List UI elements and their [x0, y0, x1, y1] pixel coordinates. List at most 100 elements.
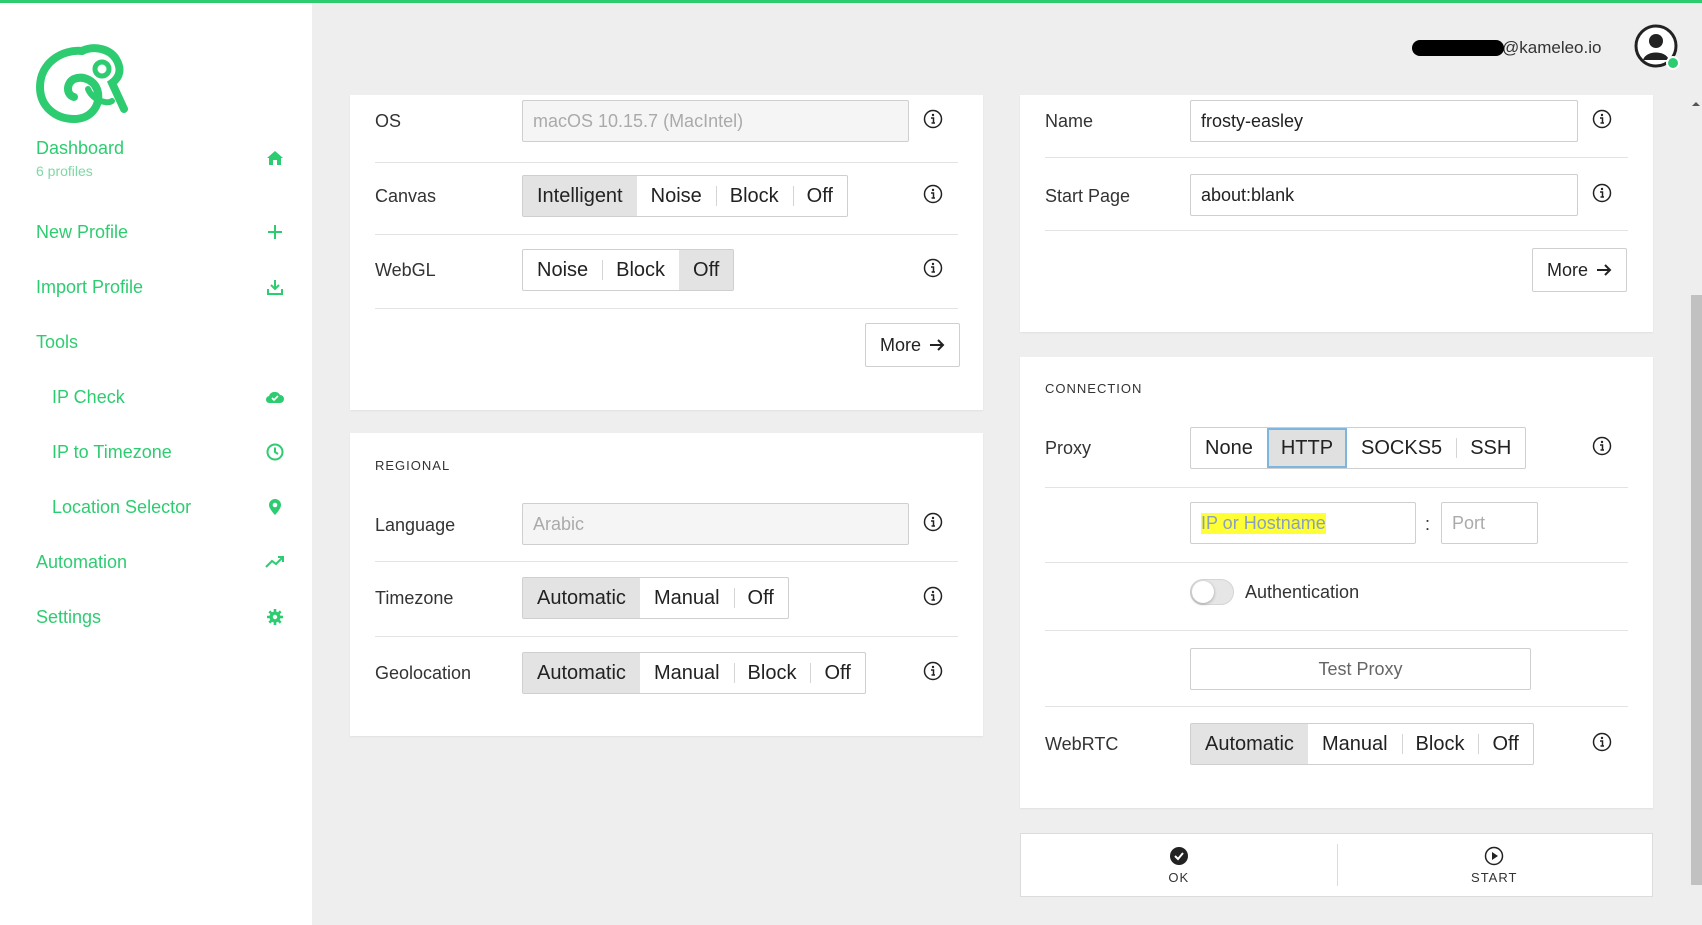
proxy-option-http[interactable]: HTTP [1266, 428, 1348, 468]
info-icon[interactable] [923, 184, 943, 204]
cloud-check-icon [264, 386, 286, 408]
divider [1045, 230, 1628, 231]
proxy-port-input[interactable]: Port [1441, 502, 1538, 544]
proxy-option-socks5[interactable]: SOCKS5 [1347, 428, 1456, 468]
language-field: Arabic [522, 503, 909, 545]
divider [375, 162, 958, 163]
proxy-option-none[interactable]: None [1191, 428, 1267, 468]
info-icon[interactable] [923, 586, 943, 606]
sidebar-item-dashboard[interactable]: Dashboard 6 profiles [36, 133, 286, 183]
canvas-segmented-control: Intelligent Noise Block Off [522, 175, 848, 217]
sidebar-item-label: Settings [36, 606, 102, 627]
info-icon[interactable] [1592, 109, 1612, 129]
info-icon[interactable] [1592, 436, 1612, 456]
start-page-input[interactable]: about:blank [1190, 174, 1578, 216]
timezone-label: Timezone [375, 588, 454, 608]
canvas-option-block[interactable]: Block [715, 176, 793, 216]
geolocation-label: Geolocation [375, 663, 472, 683]
fingerprint-more-button[interactable]: More [865, 323, 961, 367]
sidebar-item-label: IP to Timezone [52, 441, 172, 462]
sidebar-item-tools[interactable]: Tools [36, 322, 286, 362]
start-button[interactable]: START [1336, 834, 1653, 896]
divider [1045, 157, 1628, 158]
divider [375, 308, 958, 309]
sidebar-item-label: New Profile [36, 221, 129, 242]
download-icon [264, 276, 286, 298]
proxy-host-placeholder: IP or Hostname [1201, 512, 1326, 534]
geolocation-option-automatic[interactable]: Automatic [523, 653, 640, 693]
canvas-option-off[interactable]: Off [792, 176, 847, 216]
geolocation-option-manual[interactable]: Manual [640, 653, 734, 693]
webgl-label: WebGL [375, 260, 436, 280]
name-label: Name [1045, 111, 1094, 131]
home-icon [264, 147, 286, 169]
user-avatar-icon[interactable] [1634, 24, 1680, 70]
geolocation-option-off[interactable]: Off [810, 653, 864, 693]
info-icon[interactable] [1592, 732, 1612, 752]
proxy-host-input[interactable]: IP or Hostname [1190, 502, 1416, 544]
arrow-right-icon [930, 339, 945, 351]
webrtc-option-block[interactable]: Block [1401, 724, 1479, 764]
kameleo-logo[interactable] [32, 43, 128, 125]
user-email: @kameleo.io [1502, 38, 1602, 57]
sidebar-item-ip-check[interactable]: IP Check [52, 377, 286, 417]
regional-card: REGIONAL Language Arabic Timezone Automa… [350, 433, 983, 736]
redacted-email-mark [1412, 40, 1504, 56]
webgl-option-noise[interactable]: Noise [523, 250, 602, 290]
scroll-up-arrow-icon[interactable] [1690, 99, 1702, 109]
webrtc-option-automatic[interactable]: Automatic [1191, 724, 1308, 764]
sidebar-item-import-profile[interactable]: Import Profile [36, 267, 286, 307]
sidebar-item-label: Dashboard [36, 137, 125, 158]
webrtc-label: WebRTC [1045, 734, 1119, 754]
name-input[interactable]: frosty-easley [1190, 100, 1578, 142]
sidebar-item-automation[interactable]: Automation [36, 542, 286, 582]
divider [375, 561, 958, 562]
general-card: Name frosty-easley Start Page about:blan… [1020, 95, 1653, 332]
proxy-segmented-control: None HTTP SOCKS5 SSH [1190, 427, 1527, 469]
info-icon[interactable] [923, 512, 943, 532]
webrtc-option-off[interactable]: Off [1478, 724, 1532, 764]
authentication-toggle[interactable] [1190, 579, 1234, 605]
timezone-option-manual[interactable]: Manual [640, 578, 734, 618]
fingerprint-card: OS macOS 10.15.7 (MacIntel) Canvas Intel… [350, 95, 983, 410]
info-icon[interactable] [1592, 183, 1612, 203]
divider [1045, 562, 1628, 563]
sidebar-item-location-selector[interactable]: Location Selector [52, 487, 286, 527]
test-proxy-button[interactable]: Test Proxy [1190, 648, 1531, 690]
sidebar-item-label: Automation [36, 551, 128, 572]
info-icon[interactable] [923, 109, 943, 129]
profile-count: 6 profiles [36, 162, 93, 179]
geolocation-segmented-control: Automatic Manual Block Off [522, 652, 866, 694]
webgl-option-block[interactable]: Block [602, 250, 679, 290]
canvas-option-noise[interactable]: Noise [637, 176, 716, 216]
os-label: OS [375, 111, 402, 131]
timezone-segmented-control: Automatic Manual Off [522, 577, 789, 619]
sidebar-item-new-profile[interactable]: New Profile [36, 212, 286, 252]
timezone-option-off[interactable]: Off [733, 578, 788, 618]
divider [1045, 487, 1628, 488]
webrtc-option-manual[interactable]: Manual [1308, 724, 1402, 764]
more-label: More [880, 334, 922, 355]
gear-icon [264, 606, 286, 628]
canvas-option-intelligent[interactable]: Intelligent [523, 176, 637, 216]
timezone-option-automatic[interactable]: Automatic [523, 578, 640, 618]
webgl-option-off[interactable]: Off [679, 250, 734, 290]
sidebar-item-settings[interactable]: Settings [36, 597, 286, 637]
sidebar-item-ip-to-timezone[interactable]: IP to Timezone [52, 432, 286, 472]
map-pin-icon [264, 496, 286, 518]
trend-icon [264, 551, 286, 573]
geolocation-option-block[interactable]: Block [733, 653, 811, 693]
info-icon[interactable] [923, 661, 943, 681]
clock-icon [264, 441, 286, 463]
canvas-label: Canvas [375, 186, 437, 206]
divider [1045, 630, 1628, 631]
proxy-option-ssh[interactable]: SSH [1456, 428, 1525, 468]
scrollbar-thumb[interactable] [1691, 295, 1702, 885]
ok-button[interactable]: OK [1021, 834, 1337, 896]
info-icon[interactable] [923, 258, 943, 278]
action-bar: OK START [1020, 833, 1653, 897]
divider [375, 234, 958, 235]
divider [1045, 706, 1628, 707]
arrow-right-icon [1597, 264, 1612, 276]
general-more-button[interactable]: More [1532, 248, 1628, 292]
